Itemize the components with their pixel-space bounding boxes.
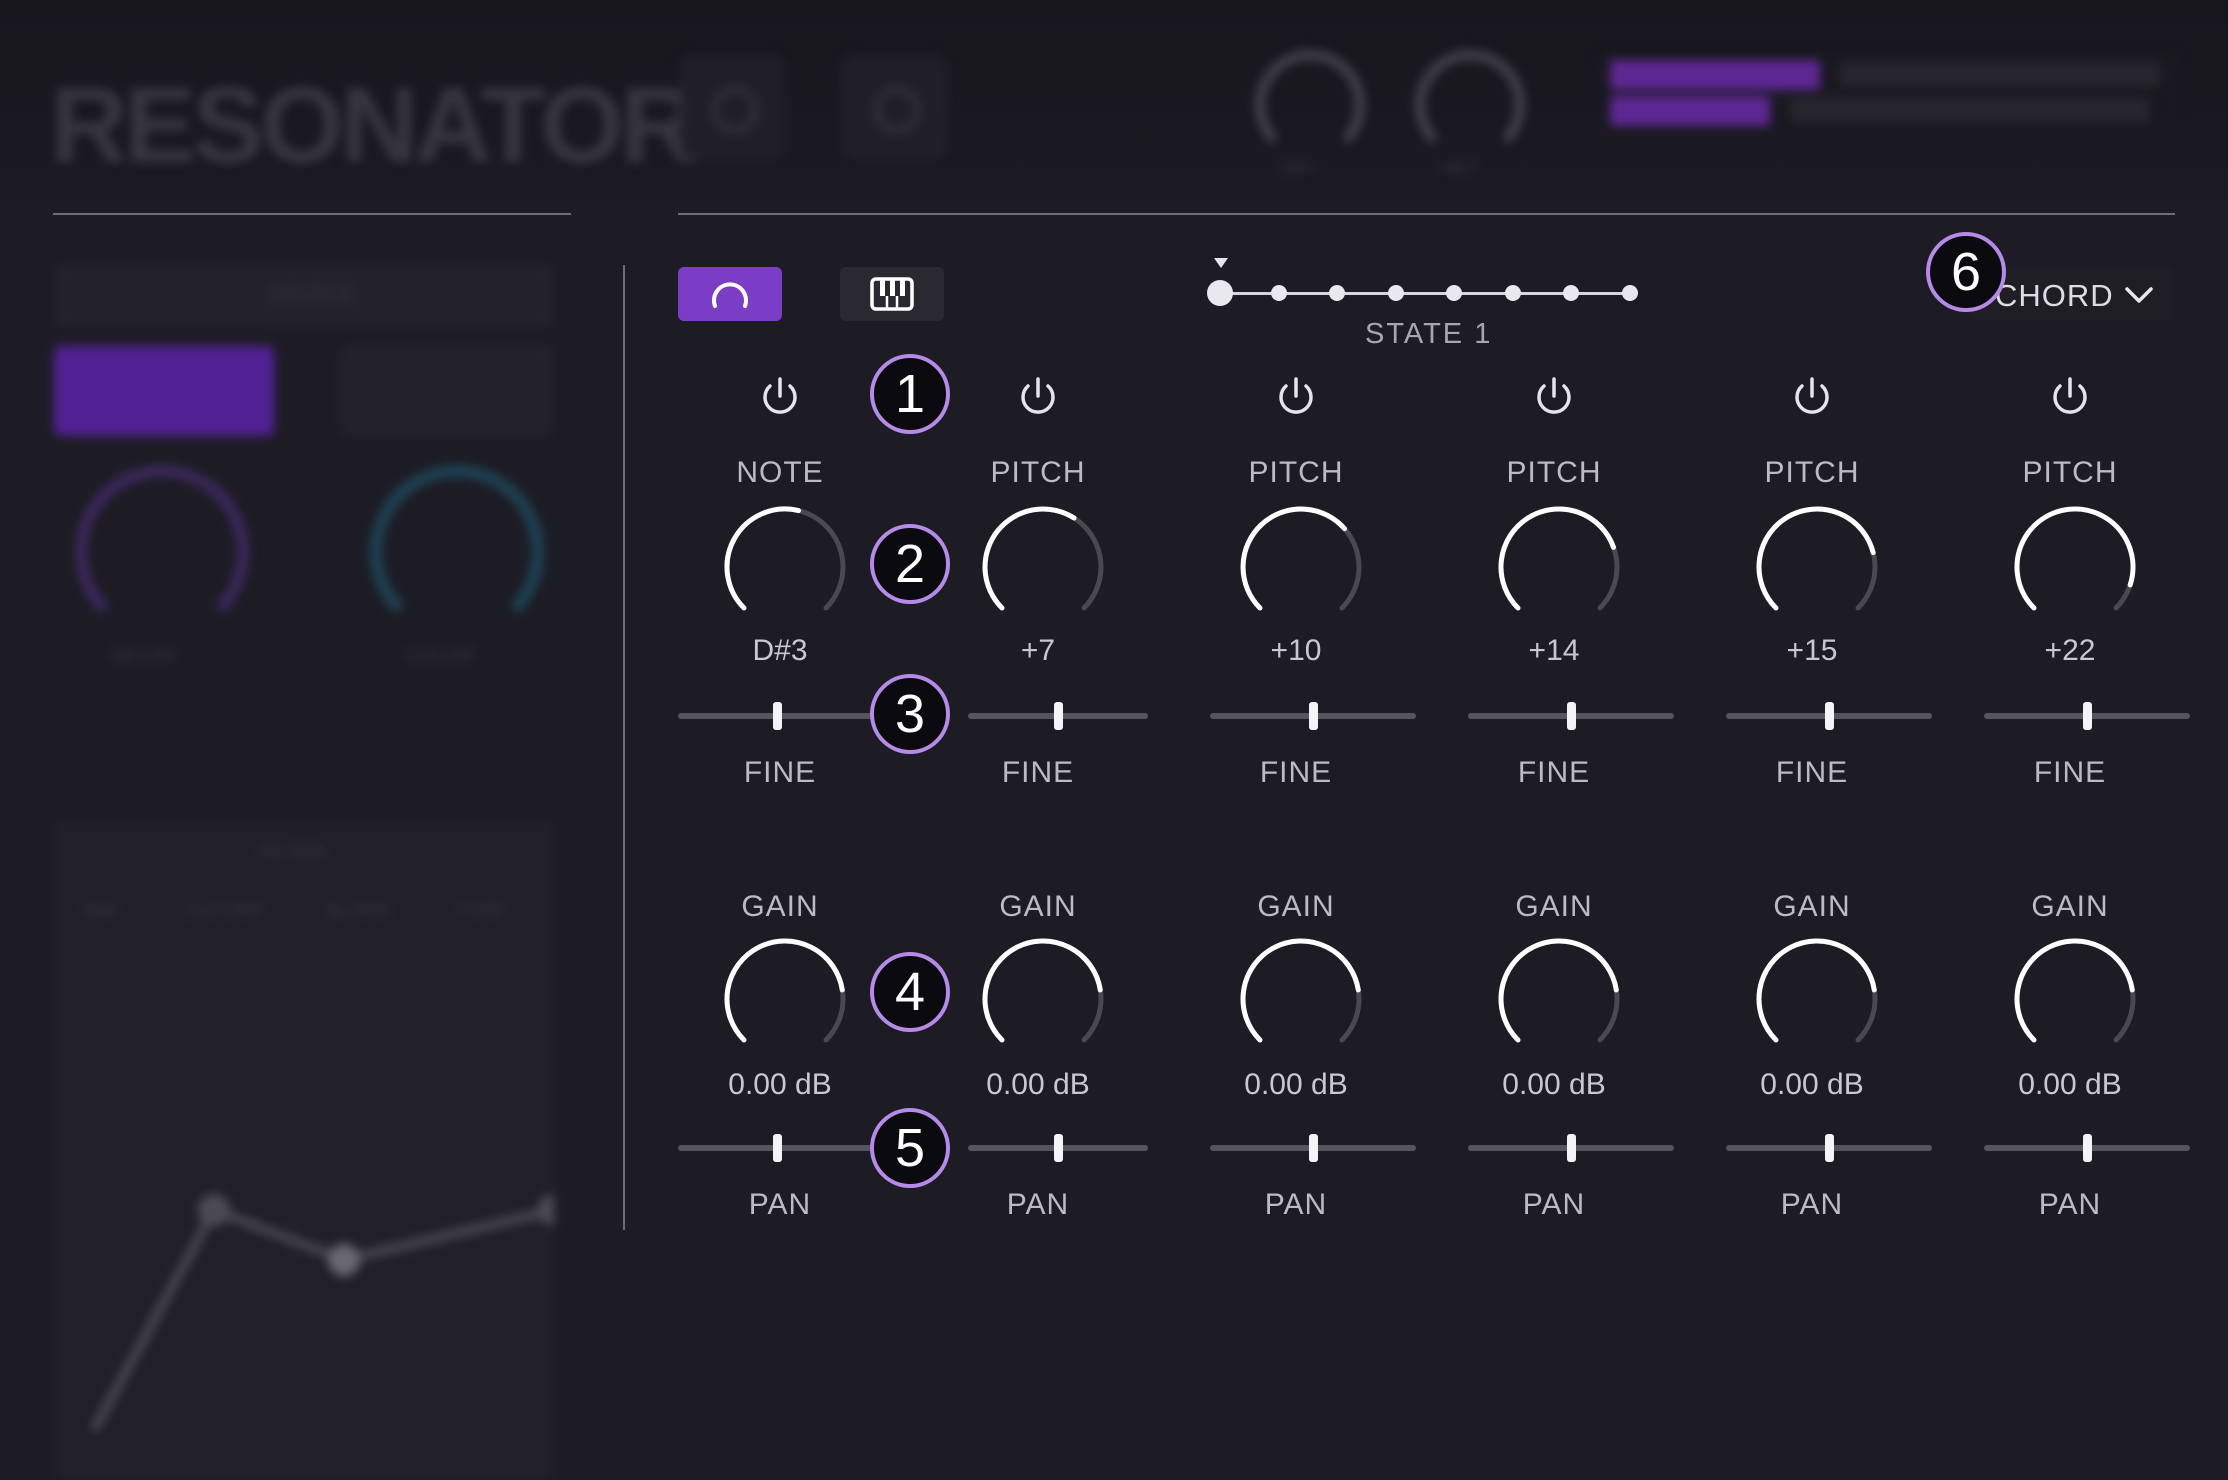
gain-value: 0.00 dB — [1244, 1068, 1348, 1101]
gain-value: 0.00 dB — [986, 1068, 1090, 1101]
pan-slider-thumb[interactable] — [1824, 1134, 1834, 1162]
power-icon[interactable] — [1529, 371, 1579, 421]
pan-slider-thumb[interactable] — [772, 1134, 782, 1162]
callout-2: 2 — [870, 524, 950, 604]
fine-slider-thumb[interactable] — [1824, 702, 1834, 730]
voice-column-3: PITCH +10 FINE GAIN 0.00 dB PAN — [1186, 0, 1416, 1283]
callout-5: 5 — [870, 1108, 950, 1188]
pan-label: PAN — [1006, 1188, 1070, 1221]
voice-column-5: PITCH +15 FINE GAIN 0.00 dB PAN — [1702, 0, 1932, 1283]
voice-column-4: PITCH +14 FINE GAIN 0.00 dB PAN — [1444, 0, 1674, 1283]
pan-slider-thumb[interactable] — [1053, 1134, 1063, 1162]
gain-value: 0.00 dB — [728, 1068, 832, 1101]
gain-label: GAIN — [1773, 890, 1851, 923]
gain-label: GAIN — [999, 890, 1077, 923]
gain-knob[interactable] — [978, 934, 1108, 1064]
note-label: NOTE — [736, 456, 824, 489]
fine-label: FINE — [1775, 756, 1849, 789]
gain-label: GAIN — [1257, 890, 1335, 923]
gain-label: GAIN — [2031, 890, 2109, 923]
gain-label: GAIN — [741, 890, 819, 923]
pitch-knob[interactable] — [978, 502, 1108, 632]
voice-column-2: PITCH +7 FINE GAIN 0.00 dB PAN — [928, 0, 1148, 1283]
fine-slider-thumb[interactable] — [1053, 702, 1063, 730]
voice-editor: STATE 1 CHORD NOTE D#3 FINE GAIN 0.00 dB PAN P… — [0, 0, 2228, 1283]
gain-knob[interactable] — [720, 934, 850, 1064]
gain-knob[interactable] — [1236, 934, 1366, 1064]
pitch-label: PITCH — [990, 456, 1086, 489]
fine-label: FINE — [1259, 756, 1333, 789]
pitch-value: +10 — [1270, 634, 1322, 667]
pitch-knob[interactable] — [2010, 502, 2140, 632]
pan-label: PAN — [2038, 1188, 2102, 1221]
fine-label: FINE — [2033, 756, 2107, 789]
pitch-value: +22 — [2044, 634, 2096, 667]
callout-4: 4 — [870, 952, 950, 1032]
voice-column-6: PITCH +22 FINE GAIN 0.00 dB PAN — [1960, 0, 2190, 1283]
fine-slider-thumb[interactable] — [2082, 702, 2092, 730]
callout-1: 1 — [870, 354, 950, 434]
pan-label: PAN — [1780, 1188, 1844, 1221]
pan-slider-thumb[interactable] — [2082, 1134, 2092, 1162]
pitch-label: PITCH — [1506, 456, 1602, 489]
fine-label: FINE — [1001, 756, 1075, 789]
gain-value: 0.00 dB — [1760, 1068, 1864, 1101]
fine-slider-thumb[interactable] — [1566, 702, 1576, 730]
pitch-knob[interactable] — [1236, 502, 1366, 632]
power-icon[interactable] — [1013, 371, 1063, 421]
callout-6: 6 — [1926, 232, 2006, 312]
voice-column-1: NOTE D#3 FINE GAIN 0.00 dB PAN — [670, 0, 890, 1283]
pitch-value: +15 — [1786, 634, 1838, 667]
gain-value: 0.00 dB — [2018, 1068, 2122, 1101]
gain-label: GAIN — [1515, 890, 1593, 923]
pitch-label: PITCH — [1764, 456, 1860, 489]
note-value: D#3 — [752, 634, 808, 667]
power-icon[interactable] — [1787, 371, 1837, 421]
pitch-label: PITCH — [1248, 456, 1344, 489]
pitch-label: PITCH — [2022, 456, 2118, 489]
fine-slider-thumb[interactable] — [1308, 702, 1318, 730]
pitch-value: +14 — [1528, 634, 1580, 667]
fine-slider-thumb[interactable] — [772, 702, 782, 730]
gain-value: 0.00 dB — [1502, 1068, 1606, 1101]
power-icon[interactable] — [2045, 371, 2095, 421]
pitch-knob[interactable] — [1752, 502, 1882, 632]
pan-slider-thumb[interactable] — [1308, 1134, 1318, 1162]
pan-label: PAN — [748, 1188, 812, 1221]
callout-3: 3 — [870, 674, 950, 754]
gain-knob[interactable] — [1752, 934, 1882, 1064]
fine-label: FINE — [743, 756, 817, 789]
power-icon[interactable] — [1271, 371, 1321, 421]
fine-label: FINE — [1517, 756, 1591, 789]
gain-knob[interactable] — [1494, 934, 1624, 1064]
note-knob[interactable] — [720, 502, 850, 632]
pan-label: PAN — [1264, 1188, 1328, 1221]
pitch-value: +7 — [1020, 634, 1056, 667]
pitch-knob[interactable] — [1494, 502, 1624, 632]
power-icon[interactable] — [755, 371, 805, 421]
pan-label: PAN — [1522, 1188, 1586, 1221]
pan-slider-thumb[interactable] — [1566, 1134, 1576, 1162]
gain-knob[interactable] — [2010, 934, 2140, 1064]
